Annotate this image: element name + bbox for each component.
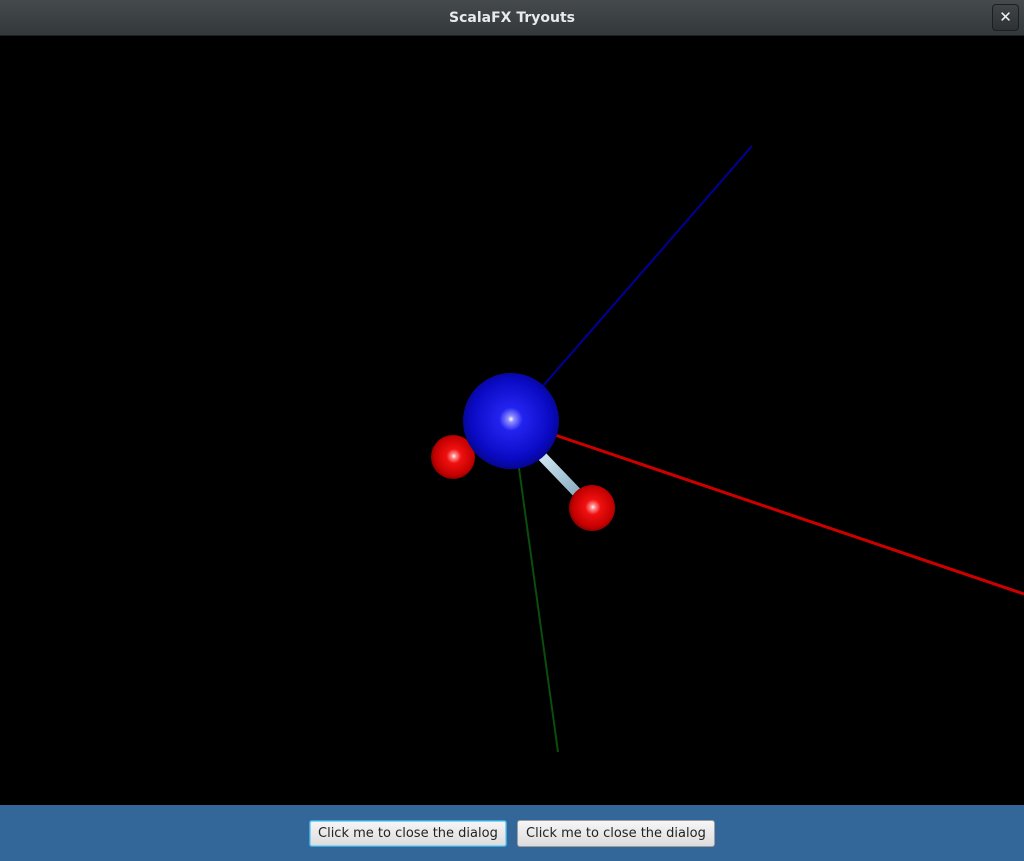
dialog-button-bar: Click me to close the dialog Click me to… bbox=[0, 805, 1024, 861]
title-bar[interactable]: ScalaFX Tryouts ✕ bbox=[0, 0, 1024, 36]
close-window-button[interactable]: ✕ bbox=[992, 4, 1019, 31]
window-title: ScalaFX Tryouts bbox=[449, 10, 575, 26]
close-dialog-button-2[interactable]: Click me to close the dialog bbox=[517, 820, 715, 847]
close-icon: ✕ bbox=[999, 8, 1012, 26]
side-atom-right bbox=[569, 485, 615, 531]
molecule-scene bbox=[431, 145, 1024, 753]
y-axis-line bbox=[517, 460, 559, 753]
x-axis-line bbox=[551, 432, 1024, 596]
z-axis-line bbox=[535, 145, 753, 395]
3d-scene-viewport[interactable] bbox=[0, 36, 1024, 805]
close-dialog-button-1[interactable]: Click me to close the dialog bbox=[309, 820, 507, 847]
central-atom bbox=[463, 373, 559, 469]
app-window: ScalaFX Tryouts ✕ Click me to close the … bbox=[0, 0, 1024, 861]
